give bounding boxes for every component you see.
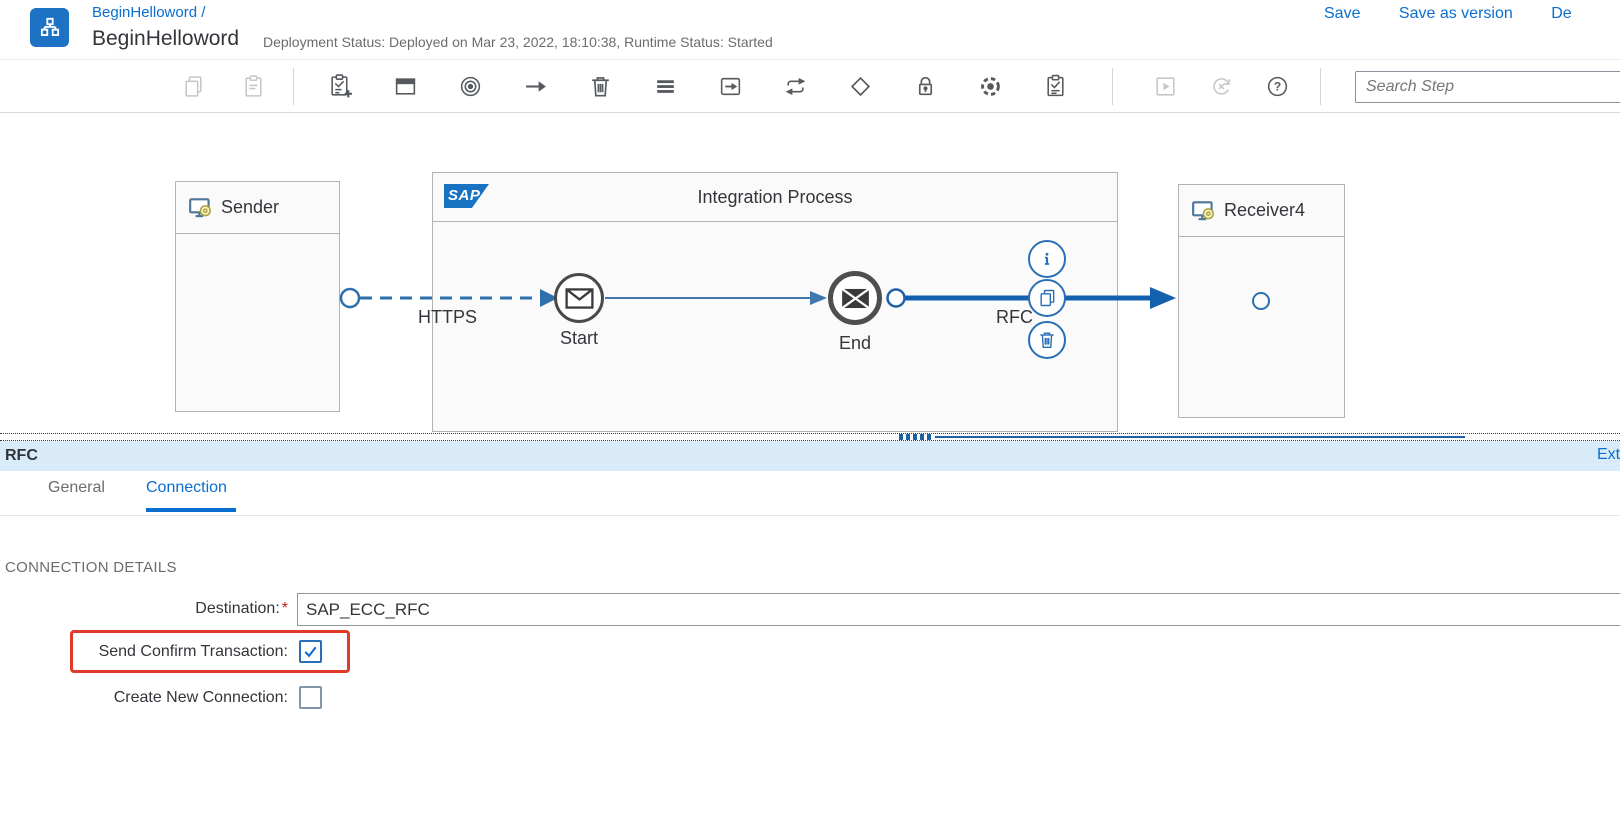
help-icon[interactable]: ? (1264, 74, 1290, 100)
destination-input[interactable] (297, 593, 1620, 626)
delete-icon[interactable] (587, 74, 613, 100)
properties-panel-title: RFC (5, 447, 38, 464)
send-confirm-transaction-checkbox[interactable] (299, 640, 322, 663)
lock-icon[interactable] (912, 74, 938, 100)
participant-system-icon (1192, 200, 1214, 220)
save-button[interactable]: Save (1324, 5, 1360, 22)
validator-clipboard-icon[interactable] (1042, 74, 1068, 100)
page-title: BeginHelloword (92, 27, 240, 50)
sender-label: Sender (221, 197, 280, 217)
sender-participant[interactable]: Sender (175, 181, 340, 412)
sender-header: Sender (176, 182, 339, 234)
properties-panel-header: RFC Ext (0, 441, 1620, 471)
connection-copy-button[interactable] (1028, 279, 1066, 317)
start-event[interactable] (554, 273, 604, 323)
receiver-header: Receiver4 (1179, 185, 1344, 237)
required-asterisk: * (281, 600, 288, 617)
message-envelope-filled-icon (840, 287, 870, 309)
top-header: BeginHelloword / BeginHelloword Deployme… (0, 0, 1620, 60)
https-connection-label: HTTPS (418, 307, 478, 327)
router-diamond-icon[interactable] (847, 74, 873, 100)
toolbar-separator (1112, 68, 1113, 105)
connection-info-button[interactable] (1028, 240, 1066, 278)
toolbar-separator (293, 68, 294, 105)
save-as-version-button[interactable]: Save as version (1399, 5, 1513, 22)
deploy-button[interactable]: De (1551, 5, 1571, 22)
create-new-connection-checkbox[interactable] (299, 686, 322, 709)
trash-icon (1040, 332, 1054, 349)
pool-icon[interactable] (392, 74, 418, 100)
active-tab-underline (146, 508, 236, 512)
copy-icon (1040, 289, 1055, 307)
copy-icon (180, 74, 206, 100)
create-new-connection-label: Create New Connection: (113, 689, 288, 706)
destination-label: Destination: * (195, 600, 288, 617)
integration-process-title: Integration Process (697, 187, 853, 207)
simulate-play-icon (1152, 74, 1178, 100)
participant-system-icon (189, 197, 211, 217)
sap-cpi-flow-editor: BeginHelloword / BeginHelloword Deployme… (0, 0, 1620, 819)
integration-flow-icon (30, 8, 69, 47)
add-task-icon[interactable] (327, 74, 353, 100)
divider-highlight (935, 436, 1465, 438)
integration-process-header: SAP Integration Process (433, 173, 1117, 222)
end-event-label: End (838, 333, 872, 353)
external-call-icon[interactable] (717, 74, 743, 100)
integration-process[interactable]: SAP Integration Process (432, 172, 1118, 432)
header-actions: Save Save as version De (1290, 5, 1620, 29)
receiver-participant[interactable]: Receiver4 (1178, 184, 1345, 418)
toolbar-separator (1320, 68, 1321, 105)
cancel-simulation-icon (1208, 74, 1234, 100)
editor-toolbar: ? (0, 60, 1620, 113)
checkmark-icon (304, 646, 317, 658)
message-envelope-icon (564, 287, 594, 309)
tab-connection[interactable]: Connection (146, 479, 227, 497)
breadcrumb[interactable]: BeginHelloword / (92, 4, 205, 21)
flow-canvas[interactable]: Sender SAP Integration Process Receiver4 (0, 113, 1620, 433)
connector-arrow-icon[interactable] (522, 74, 548, 100)
panel-resize-divider[interactable] (0, 433, 1620, 441)
persistence-menu-icon[interactable] (652, 74, 678, 100)
tab-general[interactable]: General (48, 479, 105, 497)
info-icon (1044, 252, 1050, 265)
divider-grip-icon[interactable] (899, 434, 933, 440)
connection-details-heading: CONNECTION DETAILS (5, 559, 177, 576)
integration-mesh-icon[interactable] (977, 74, 1003, 100)
connection-delete-button[interactable] (1028, 321, 1066, 359)
rfc-connection-label: RFC (996, 307, 1033, 327)
svg-text:?: ? (1273, 80, 1280, 94)
search-step-input[interactable] (1355, 71, 1620, 103)
end-event[interactable] (828, 271, 882, 325)
send-confirm-transaction-label: Send Confirm Transaction: (98, 643, 288, 660)
start-event-label: Start (559, 328, 598, 348)
paste-icon (240, 74, 266, 100)
deployment-status: Deployment Status: Deployed on Mar 23, 2… (263, 34, 773, 50)
properties-tab-strip: General Connection (0, 471, 1620, 516)
receiver-label: Receiver4 (1224, 200, 1306, 220)
target-icon[interactable] (457, 74, 483, 100)
externalize-link[interactable]: Ext (1597, 446, 1620, 464)
transform-arrows-icon[interactable] (782, 74, 808, 100)
